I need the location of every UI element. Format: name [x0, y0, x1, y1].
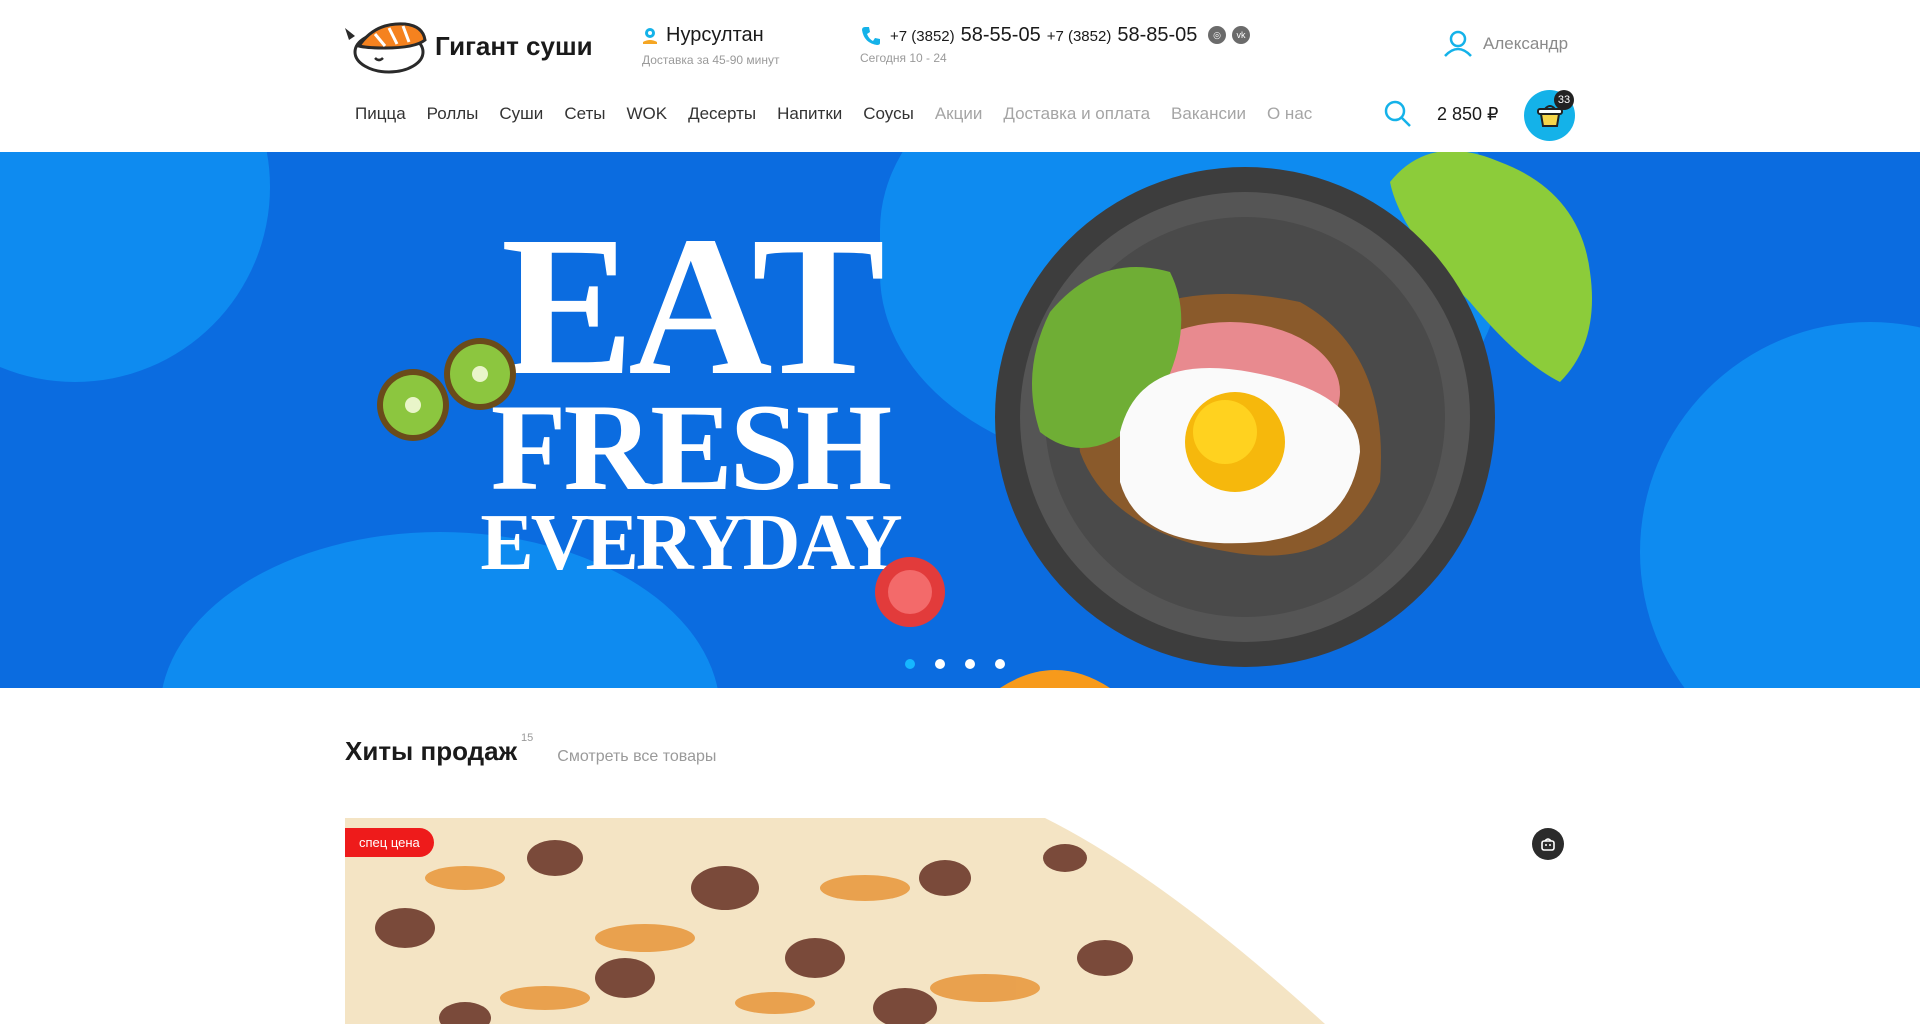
- logo[interactable]: Гигант суши: [345, 18, 593, 74]
- nav-item-promotions[interactable]: Акции: [935, 104, 983, 124]
- city-name: Нурсултан: [666, 24, 764, 46]
- headline-line-2: FRESH: [490, 379, 892, 516]
- special-price-tag: спец цена: [345, 828, 434, 857]
- basket-icon: [1541, 838, 1555, 851]
- banner-blob: [1640, 322, 1920, 688]
- pizza-image: [345, 818, 1575, 1024]
- view-all-link[interactable]: Смотреть все товары: [557, 748, 716, 766]
- cart-total[interactable]: 2 850 ₽: [1437, 104, 1499, 125]
- instagram-icon[interactable]: ◎: [1208, 26, 1226, 44]
- city-selector[interactable]: Нурсултан Доставка за 45-90 минут: [642, 24, 779, 67]
- banner-headline: EAT FRESH EVERYDAY: [470, 196, 910, 587]
- product-card[interactable]: спец цена: [345, 818, 1575, 1024]
- hero-banner[interactable]: EAT FRESH EVERYDAY: [0, 152, 1920, 688]
- nav-item-wok[interactable]: WOK: [626, 104, 667, 124]
- nav-item-desserts[interactable]: Десерты: [688, 104, 756, 124]
- user-icon: [1444, 30, 1472, 57]
- location-pin-icon: [643, 27, 657, 44]
- phone-icon: [862, 26, 880, 45]
- brand-name: Гигант суши: [435, 30, 593, 61]
- hits-section-header: Хиты продаж 15 Смотреть все товары: [345, 732, 716, 767]
- add-to-cart-button[interactable]: [1532, 828, 1564, 860]
- nav-item-vacancies[interactable]: Вакансии: [1171, 104, 1246, 124]
- logo-fish-icon: [345, 22, 427, 74]
- nav-item-rolls[interactable]: Роллы: [427, 104, 479, 124]
- nav-item-sets[interactable]: Сеты: [564, 104, 605, 124]
- site-header: Гигант суши Нурсултан Доставка за 45-90 …: [0, 0, 1920, 152]
- user-name: Александр: [1483, 34, 1569, 53]
- search-icon[interactable]: [1384, 100, 1412, 128]
- nav-item-delivery[interactable]: Доставка и оплата: [1003, 104, 1150, 124]
- user-account[interactable]: Александр: [1443, 30, 1568, 58]
- section-title: Хиты продаж: [345, 736, 518, 766]
- slider-dot-4[interactable]: [995, 659, 1005, 669]
- main-nav: Пицца Роллы Суши Сеты WOK Десерты Напитк…: [355, 104, 1333, 124]
- headline-line-3: EVERYDAY: [480, 499, 902, 587]
- headline-line-1: EAT: [500, 196, 885, 417]
- slider-dot-1[interactable]: [905, 659, 915, 669]
- phones-block: +7 (3852) 58-55-05 +7 (3852) 58-85-05 Се…: [860, 24, 1203, 65]
- nav-item-pizza[interactable]: Пицца: [355, 104, 406, 124]
- phone-number-1[interactable]: +7 (3852) 58-55-05: [890, 24, 1041, 47]
- slider-dot-2[interactable]: [935, 659, 945, 669]
- phone-number-2[interactable]: +7 (3852) 58-85-05: [1047, 24, 1198, 47]
- nav-item-sauces[interactable]: Соусы: [863, 104, 914, 124]
- banner-blob: [880, 152, 1500, 472]
- slider-dots: [905, 659, 1005, 669]
- social-links: ◎ vk: [1208, 26, 1250, 44]
- slider-dot-3[interactable]: [965, 659, 975, 669]
- delivery-time-note: Доставка за 45-90 минут: [642, 53, 780, 67]
- working-hours: Сегодня 10 - 24: [860, 51, 947, 65]
- section-count: 15: [521, 732, 534, 744]
- banner-blob: [0, 152, 270, 382]
- nav-item-sushi[interactable]: Суши: [499, 104, 543, 124]
- vk-icon[interactable]: vk: [1232, 26, 1250, 44]
- cart-count-badge: 33: [1554, 90, 1574, 110]
- nav-item-about[interactable]: О нас: [1267, 104, 1312, 124]
- nav-item-drinks[interactable]: Напитки: [777, 104, 842, 124]
